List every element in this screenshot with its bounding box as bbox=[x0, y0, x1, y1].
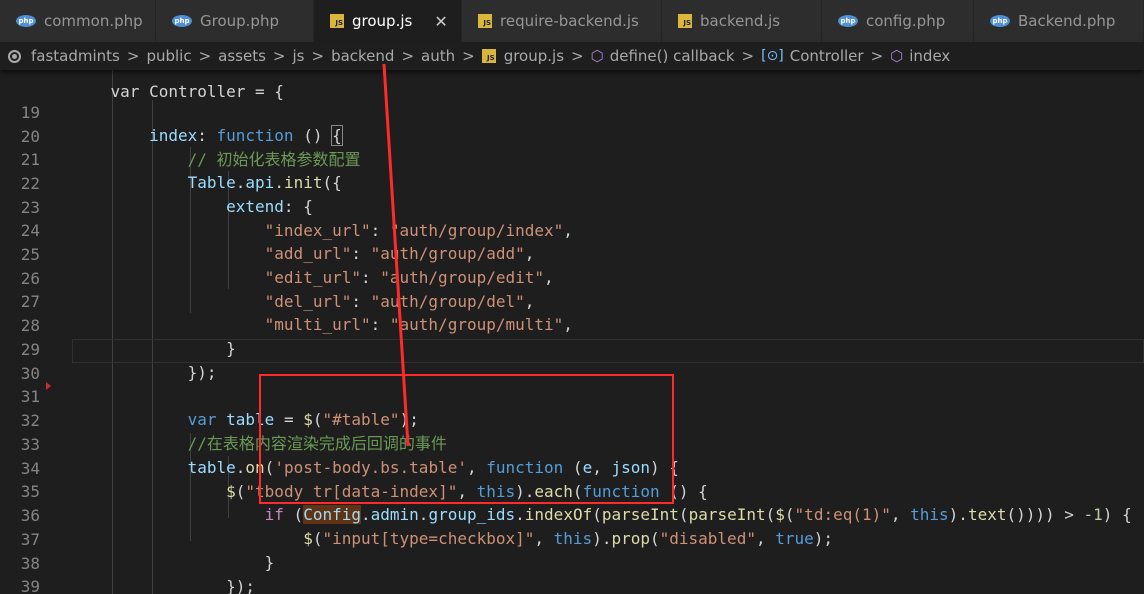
annotation-arrow bbox=[382, 63, 410, 447]
annotation-line bbox=[382, 63, 410, 447]
